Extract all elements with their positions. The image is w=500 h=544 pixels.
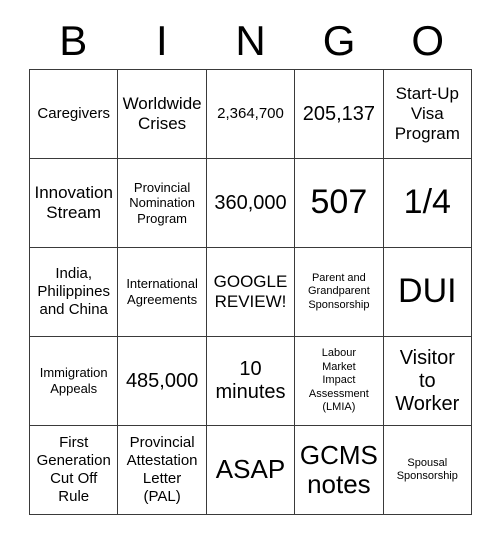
bingo-cell-label: Labour Market Impact Assessment (LMIA) bbox=[308, 347, 369, 414]
bingo-header-row: BINGO bbox=[29, 14, 472, 68]
bingo-cell-r2c1[interactable]: Innovation Stream bbox=[30, 159, 119, 248]
bingo-cell-r4c1[interactable]: Immigration Appeals bbox=[30, 337, 119, 426]
bingo-cell-r2c5[interactable]: 1/4 bbox=[383, 159, 472, 248]
bingo-cell-label: Worldwide Crises bbox=[122, 93, 202, 133]
bingo-cell-r2c3[interactable]: 360,000 bbox=[206, 159, 296, 248]
bingo-cell-r5c5[interactable]: Spousal Sponsorship bbox=[383, 426, 472, 515]
bingo-header-letter-b: B bbox=[59, 17, 88, 64]
bingo-header-letter-i: I bbox=[156, 17, 168, 64]
bingo-cell-label: GCMS notes bbox=[299, 439, 378, 499]
bingo-cell-label: Provincial Attestation Letter (PAL) bbox=[126, 434, 198, 505]
bingo-cell-r4c2[interactable]: 485,000 bbox=[118, 337, 207, 426]
bingo-cell-r4c3[interactable]: 10 minutes bbox=[206, 337, 296, 426]
bingo-cell-r4c5[interactable]: Visitor to Worker bbox=[383, 337, 472, 426]
bingo-cell-r5c1[interactable]: First Generation Cut Off Rule bbox=[30, 426, 119, 515]
bingo-header-letter-o: O bbox=[411, 17, 444, 64]
bingo-cell-r3c4[interactable]: Parent and Grandparent Sponsorship bbox=[295, 248, 384, 337]
bingo-cell-r3c1[interactable]: India, Philippines and China bbox=[30, 248, 119, 337]
bingo-cell-label: International Agreements bbox=[126, 276, 198, 307]
bingo-cell-r1c5[interactable]: Start-Up Visa Program bbox=[383, 70, 472, 159]
bingo-cell-r4c4[interactable]: Labour Market Impact Assessment (LMIA) bbox=[295, 337, 384, 426]
bingo-header-letter-n: N bbox=[235, 17, 266, 64]
bingo-cell-label: Immigration Appeals bbox=[39, 365, 108, 396]
bingo-cell-label: GOOGLE REVIEW! bbox=[213, 271, 288, 311]
bingo-cell-r5c3[interactable]: ASAP bbox=[206, 426, 296, 515]
bingo-cell-r1c4[interactable]: 205,137 bbox=[295, 70, 384, 159]
bingo-cell-label: 1/4 bbox=[403, 183, 451, 222]
bingo-cell-label: 507 bbox=[310, 183, 368, 222]
bingo-cell-label: Caregivers bbox=[37, 105, 110, 122]
bingo-cell-r3c5[interactable]: DUI bbox=[383, 248, 472, 337]
bingo-cell-label: Spousal Sponsorship bbox=[396, 456, 458, 482]
bingo-cell-label: First Generation Cut Off Rule bbox=[36, 434, 111, 505]
bingo-grid: Caregivers Worldwide Crises 2,364,700 205,1… bbox=[29, 69, 472, 515]
bingo-card: B I N G O Caregivers Worldwide Crises 2,364,70… bbox=[0, 0, 500, 544]
bingo-cell-r1c2[interactable]: Worldwide Crises bbox=[118, 70, 207, 159]
bingo-cell-label: 205,137 bbox=[302, 102, 376, 125]
bingo-cell-label: 360,000 bbox=[214, 191, 287, 214]
bingo-cell-label: Start-Up Visa Program bbox=[394, 83, 460, 144]
bingo-cell-label: 10 minutes bbox=[215, 358, 286, 403]
bingo-cell-r1c1[interactable]: Caregivers bbox=[30, 70, 119, 159]
bingo-cell-label: 2,364,700 bbox=[217, 105, 284, 122]
bingo-cell-label: DUI bbox=[398, 272, 457, 311]
bingo-cell-label: Innovation Stream bbox=[34, 182, 113, 222]
bingo-cell-label: Parent and Grandparent Sponsorship bbox=[308, 271, 370, 311]
bingo-cell-r5c2[interactable]: Provincial Attestation Letter (PAL) bbox=[118, 426, 207, 515]
bingo-cell-r3c3[interactable]: GOOGLE REVIEW! bbox=[206, 248, 296, 337]
bingo-cell-r2c4[interactable]: 507 bbox=[295, 159, 384, 248]
bingo-header-letter-g: G bbox=[322, 17, 356, 64]
bingo-cell-label: Visitor to Worker bbox=[395, 346, 460, 415]
bingo-cell-r5c4[interactable]: GCMS notes bbox=[295, 426, 384, 515]
bingo-cell-r1c3[interactable]: 2,364,700 bbox=[206, 70, 296, 159]
bingo-cell-r3c2[interactable]: International Agreements bbox=[118, 248, 207, 337]
bingo-cell-label: India, Philippines and China bbox=[37, 265, 110, 318]
bingo-cell-label: 485,000 bbox=[125, 369, 199, 392]
bingo-cell-r2c2[interactable]: Provincial Nomination Program bbox=[118, 159, 207, 248]
bingo-cell-label: ASAP bbox=[215, 454, 286, 485]
bingo-cell-label: Provincial Nomination Program bbox=[129, 179, 195, 226]
